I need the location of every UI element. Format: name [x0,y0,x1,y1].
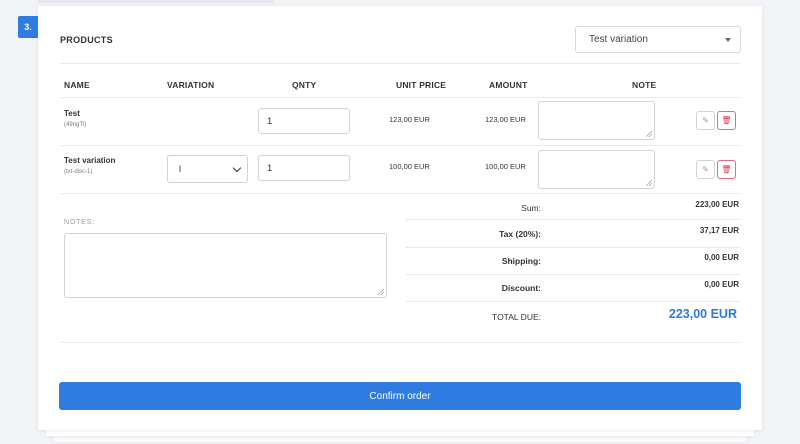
tax-value: 37,17 EUR [700,226,739,235]
shipping-value: 0,00 EUR [704,253,739,262]
header-amount: AMOUNT [489,80,528,90]
divider [406,274,741,275]
resize-handle-icon[interactable] [646,180,652,186]
amount: 100,00 EUR [485,162,526,171]
quantity-input[interactable]: 1 [258,108,350,134]
notes-label: NOTES: [64,219,95,226]
resize-handle-icon[interactable] [646,131,652,137]
sum-label: Sum: [521,203,541,213]
trash-icon: 🗑 [721,116,732,125]
tax-label: Tax (20%): [499,229,541,239]
note-textarea[interactable] [538,101,655,140]
note-textarea[interactable] [538,150,655,189]
table-row: Test variation (txt-disc-1) [64,156,115,175]
discount-value-text: 0,00 EUR [704,280,739,289]
edit-button[interactable]: ✎ [696,160,715,179]
sum-value: 223,00 EUR [695,200,739,209]
item-name: Test [64,109,80,118]
discount-label: Discount: [501,283,541,293]
item-code: (txt-disc-1) [64,169,93,175]
divider [60,97,741,98]
pencil-icon: ✎ [702,165,709,174]
row-variation-value: l [179,163,182,175]
header-name: NAME [64,80,90,90]
card-stack-shadow-1 [46,430,754,436]
tax-value-text: 37,17 EUR [699,226,739,235]
pencil-icon: ✎ [702,116,709,125]
variation-select-value: Test variation [589,34,648,45]
products-card: PRODUCTS Test variation NAME VARIATION Q… [38,6,762,430]
total-label: TOTAL DUE: [492,312,541,322]
divider [406,219,741,220]
top-divider [38,0,274,3]
shipping-value-text: 0,00 EUR [704,253,739,262]
variation-select[interactable]: Test variation [575,26,741,53]
confirm-order-button[interactable]: Confirm order [59,382,741,410]
divider [60,193,741,194]
divider [60,145,741,146]
header-unit-price: UNIT PRICE [396,80,447,90]
discount-value: 0,00 EUR [704,280,739,289]
delete-button[interactable]: 🗑 [717,160,736,179]
header-qnty: QNTY [292,80,317,90]
section-title: PRODUCTS [60,35,113,45]
total-value: 223,00 EUR [668,307,737,321]
divider [406,301,741,302]
chevron-down-icon [232,163,242,173]
item-code: (49ngTl) [64,122,87,128]
header-note: NOTE [632,80,657,90]
divider [60,63,741,64]
card-stack-shadow-2 [54,436,746,442]
item-name: Test variation [64,156,116,165]
quantity-value: 1 [267,115,273,127]
header-variation: VARIATION [167,80,215,90]
resize-handle-icon[interactable] [378,289,384,295]
amount: 123,00 EUR [485,115,526,124]
notes-textarea[interactable] [64,233,387,298]
trash-icon: 🗑 [721,165,732,174]
quantity-input[interactable]: 1 [258,155,350,181]
divider [60,342,741,343]
divider [406,247,741,248]
step-badge: 3. [18,16,38,38]
shipping-label: Shipping: [501,256,541,266]
unit-price: 100,00 EUR [389,162,430,171]
table-row: Test (49ngTl) [64,109,86,128]
row-variation-select[interactable]: l [167,155,248,183]
edit-button[interactable]: ✎ [696,111,715,130]
delete-button[interactable]: 🗑 [717,111,736,130]
caret-down-icon [725,38,731,42]
quantity-value: 1 [267,162,273,174]
unit-price: 123,00 EUR [389,115,430,124]
